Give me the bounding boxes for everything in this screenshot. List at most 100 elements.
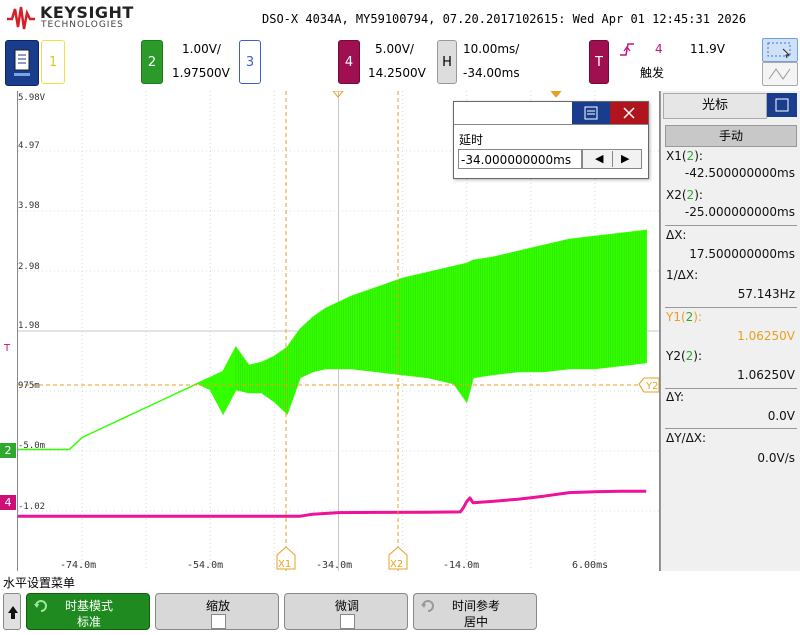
channel-4-chip[interactable]: 4 [338, 40, 360, 84]
cursor-panel: 光标 手动 X1(2): -42.500000000ms X2(2): -25.… [660, 91, 800, 571]
x-tick-label: -34.0m [316, 560, 353, 571]
trigger-chip[interactable]: T [589, 40, 609, 84]
keysight-wave-icon [7, 6, 35, 30]
y1-value: 1.06250V [737, 329, 795, 343]
instrument-title: DSO-X 4034A, MY59100794, 07.20.201710261… [262, 12, 747, 26]
increment-arrow-icon[interactable]: ▶ [621, 152, 629, 165]
softkey-time-reference[interactable]: 时间参考 居中 [413, 593, 537, 630]
y-tick-label: 1.98 [18, 321, 40, 331]
ch4-ground-marker[interactable]: 4 [0, 495, 16, 510]
inv-dx-value: 57.143Hz [737, 287, 795, 301]
y-tick-label: -5.0m [18, 441, 46, 451]
delay-stepper[interactable]: ◀ ▶ [582, 149, 642, 169]
keysight-logo: KEYSIGHT TECHNOLOGIES [6, 3, 133, 33]
x1-label[interactable]: X1(2): [666, 149, 703, 163]
menu-button[interactable] [5, 40, 39, 86]
panel-divider [665, 388, 797, 389]
y-tick-label: 2.98 [18, 262, 40, 272]
softkey-label: 时间参考 [451, 599, 500, 613]
y1-label[interactable]: Y1(2): [666, 310, 702, 324]
softkey-label: 缩放 [205, 599, 230, 613]
x-tick-label: -54.0m [187, 560, 224, 571]
ch4-waveform [18, 489, 647, 518]
rising-edge-icon [620, 43, 634, 56]
menu-up-button[interactable] [3, 593, 21, 630]
y-tick-label: -1.02 [18, 502, 46, 512]
panel-divider [665, 428, 797, 429]
cursor-y2-tag[interactable]: Y2 [638, 377, 659, 393]
decrement-arrow-icon[interactable]: ◀ [595, 152, 603, 165]
cursor-select-button[interactable] [762, 38, 798, 62]
zoom-checkbox[interactable] [211, 614, 226, 629]
softkey-label: 时基模式 [64, 599, 113, 613]
panel-divider [665, 307, 797, 308]
ch2-ground-marker[interactable]: 2 [0, 443, 16, 458]
trigger-level: 11.9V [690, 42, 725, 56]
softkey-timebase-mode[interactable]: 时基模式 标准 [26, 593, 150, 630]
channel-1-chip[interactable]: 1 [41, 40, 65, 84]
channel-2-offset: 1.97500V [172, 66, 230, 80]
dialog-titlebar[interactable] [454, 102, 648, 125]
x-tick-label: 6.00ms [572, 560, 609, 571]
fine-checkbox[interactable] [340, 614, 355, 629]
dydx-value: 0.0V/s [757, 451, 795, 465]
x2-value: -25.000000000ms [684, 205, 795, 219]
cursor-mode-button[interactable]: 手动 [665, 125, 797, 147]
menu-title: 水平设置菜单 [3, 576, 76, 590]
dydx-label: ΔY/ΔX: [666, 431, 707, 445]
y-tick-label: 5.98V [18, 93, 46, 103]
delay-marker [550, 91, 562, 98]
panel-divider [665, 225, 797, 226]
horizontal-position: -34.00ms [463, 66, 520, 80]
y2-value: 1.06250V [737, 368, 795, 382]
title-bar: KEYSIGHT TECHNOLOGIES DSO-X 4034A, MY591… [0, 0, 800, 36]
svg-text:X1: X1 [278, 559, 291, 570]
channel-4-scale: 5.00V/ [375, 42, 414, 56]
up-arrow-icon [8, 606, 18, 619]
horizontal-chip[interactable]: H [437, 40, 457, 84]
delay-label: 延时 [459, 133, 484, 147]
x2-label[interactable]: X2(2): [666, 188, 703, 202]
delay-dialog: 延时 -34.000000000ms ◀ ▶ [453, 101, 649, 179]
y2-label[interactable]: Y2(2): [666, 349, 702, 363]
x-tick-label: -74.0m [60, 560, 97, 571]
cursor-x2-tag[interactable]: X2 [388, 546, 408, 570]
inv-dx-label: 1/ΔX: [666, 268, 699, 282]
panel-menu-icon [775, 98, 789, 112]
dialog-menu-button[interactable] [572, 102, 610, 124]
softkey-zoom[interactable]: 缩放 [155, 593, 279, 630]
panel-menu-button[interactable] [767, 93, 797, 117]
y-tick-label: 975m [18, 381, 40, 391]
trigger-level-marker: T [4, 343, 11, 354]
trigger-source: 4 [655, 42, 663, 56]
horizontal-scale: 10.00ms/ [463, 42, 520, 56]
brand-sub: TECHNOLOGIES [41, 20, 124, 30]
softkey-fine[interactable]: 微调 [284, 593, 408, 630]
softkey-value: 居中 [463, 615, 488, 629]
channel-3-chip[interactable]: 3 [239, 40, 261, 84]
y-tick-label: 4.97 [18, 141, 40, 151]
dialog-close-button[interactable] [610, 102, 648, 124]
cursor-select-icon [767, 42, 791, 59]
dy-value: 0.0V [767, 409, 795, 423]
channel-2-chip[interactable]: 2 [141, 40, 163, 84]
dx-label: ΔX: [666, 228, 687, 242]
softkey-label: 微调 [334, 599, 359, 613]
x1-value: -42.500000000ms [684, 166, 795, 180]
dialog-menu-icon [584, 106, 598, 120]
channel-bar: 1 2 1.00V/ 1.97500V 3 4 5.00V/ 14.2500V … [0, 36, 800, 90]
channel-4-offset: 14.2500V [368, 66, 426, 80]
close-icon [623, 107, 635, 119]
document-icon [14, 49, 30, 76]
dy-label: ΔY: [666, 390, 684, 404]
dx-value: 17.500000000ms [689, 247, 795, 261]
zoom-gesture-button[interactable] [762, 62, 798, 86]
channel-2-scale: 1.00V/ [182, 42, 221, 56]
delay-input[interactable]: -34.000000000ms [458, 149, 582, 169]
svg-text:Y2: Y2 [645, 381, 658, 392]
panel-tab-cursors[interactable]: 光标 [663, 93, 767, 119]
x-tick-label: -14.0m [443, 560, 480, 571]
trigger-mode: 触发 [640, 66, 665, 80]
y-tick-label: 3.98 [18, 201, 40, 211]
cursor-x1-tag[interactable]: X1 [276, 546, 296, 570]
